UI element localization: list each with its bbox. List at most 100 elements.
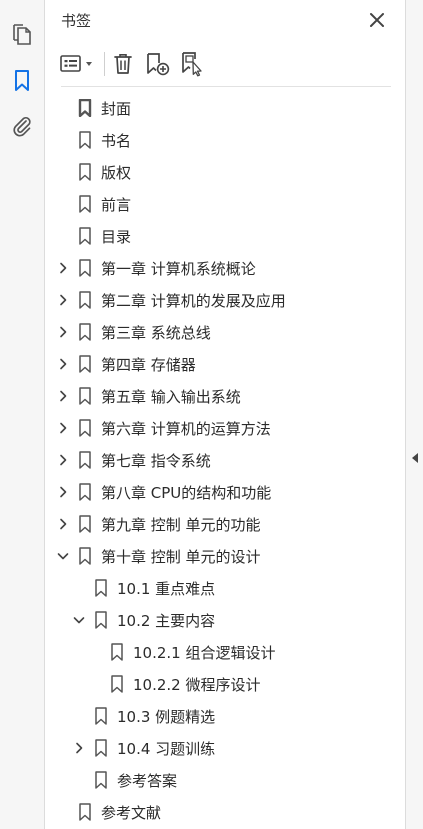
- bookmark-label: 前言: [101, 196, 132, 214]
- bookmark-item[interactable]: 第一章 计算机系统概论: [45, 252, 405, 284]
- chevron-right-icon[interactable]: [57, 518, 69, 530]
- bookmark-item[interactable]: 第三章 系统总线: [45, 316, 405, 348]
- bookmark-label: 第三章 系统总线: [101, 324, 211, 342]
- bookmark-item[interactable]: 第四章 存储器: [45, 348, 405, 380]
- bookmark-item-icon: [95, 771, 107, 789]
- bookmark-label: 10.1 重点难点: [117, 580, 216, 598]
- bookmark-label: 第五章 输入输出系统: [101, 388, 241, 406]
- bookmark-label: 书名: [101, 132, 132, 150]
- chevron-right-icon[interactable]: [57, 262, 69, 274]
- bookmark-label: 第一章 计算机系统概论: [101, 260, 256, 278]
- bookmark-item[interactable]: 10.1 重点难点: [45, 572, 405, 604]
- bookmark-label: 第四章 存储器: [101, 356, 196, 374]
- bookmark-label: 封面: [101, 100, 132, 118]
- bookmark-tree: 封面书名版权前言目录第一章 计算机系统概论第二章 计算机的发展及应用 第三章 系统…: [45, 92, 405, 828]
- bookmark-item[interactable]: 10.2.2 微程序设计: [45, 668, 405, 700]
- bookmark-item[interactable]: 10.2 主要内容: [45, 604, 405, 636]
- bookmark-item-icon: [79, 547, 91, 565]
- bookmark-label: 第十章 控制 单元的设计: [101, 548, 261, 566]
- bookmark-item-icon: [79, 323, 91, 341]
- bookmark-icon[interactable]: [7, 66, 37, 96]
- bookmark-item[interactable]: 前言: [45, 188, 405, 220]
- toolbar-separator: [61, 86, 391, 87]
- bookmark-item[interactable]: 第六章 计算机的运算方法: [45, 412, 405, 444]
- bookmark-label: 目录: [101, 228, 132, 246]
- bookmark-item[interactable]: 第五章 输入输出系统: [45, 380, 405, 412]
- bookmark-item-icon: [79, 259, 91, 277]
- panel-title: 书签: [61, 12, 92, 30]
- bookmark-item-icon: [79, 355, 91, 373]
- panel-header: 书签: [45, 0, 405, 42]
- bookmark-item[interactable]: 版权: [45, 156, 405, 188]
- bookmark-item-icon: [79, 803, 91, 821]
- chevron-right-icon[interactable]: [57, 358, 69, 370]
- bookmark-item[interactable]: 参考答案: [45, 764, 405, 796]
- navigation-rail: [0, 0, 45, 829]
- bookmark-item[interactable]: 第九章 控制 单元的功能: [45, 508, 405, 540]
- collapse-panel-icon[interactable]: [410, 452, 420, 464]
- chevron-right-icon[interactable]: [57, 326, 69, 338]
- bookmark-item-icon: [111, 675, 123, 693]
- bookmark-item-icon: [79, 515, 91, 533]
- chevron-down-icon[interactable]: [57, 550, 69, 562]
- bookmark-item-icon: [79, 163, 91, 181]
- close-icon[interactable]: [368, 11, 386, 29]
- chevron-right-icon[interactable]: [57, 390, 69, 402]
- bookmarks-toolbar: [45, 42, 405, 86]
- options-menu-icon: [60, 55, 92, 72]
- bookmark-from-structure-icon[interactable]: [179, 51, 205, 77]
- bookmark-label: 第九章 控制 单元的功能: [101, 516, 261, 534]
- bookmark-item-icon: [95, 739, 107, 757]
- bookmark-item-icon: [95, 579, 107, 597]
- chevron-right-icon[interactable]: [57, 454, 69, 466]
- bookmark-item-icon: [79, 131, 91, 149]
- bookmark-item-icon: [79, 483, 91, 501]
- bookmark-item[interactable]: 第十章 控制 单元的设计: [45, 540, 405, 572]
- chevron-right-icon[interactable]: [73, 742, 85, 754]
- bookmark-item[interactable]: 目录: [45, 220, 405, 252]
- chevron-right-icon[interactable]: [57, 422, 69, 434]
- bookmark-label: 第八章 CPU的结构和功能: [101, 484, 272, 502]
- bookmark-item-icon: [79, 195, 91, 213]
- bookmark-item[interactable]: 第八章 CPU的结构和功能: [45, 476, 405, 508]
- bookmark-item-icon: [78, 99, 92, 117]
- bookmark-label: 第六章 计算机的运算方法: [101, 420, 271, 438]
- bookmark-label: 参考答案: [117, 772, 178, 790]
- delete-icon[interactable]: [111, 51, 135, 77]
- bookmark-item-icon: [95, 611, 107, 629]
- chevron-right-icon[interactable]: [57, 294, 69, 306]
- toolbar-divider: [104, 52, 105, 76]
- new-bookmark-icon[interactable]: [145, 51, 171, 77]
- chevron-right-icon[interactable]: [57, 486, 69, 498]
- panel-splitter[interactable]: [405, 0, 423, 829]
- pages-icon[interactable]: [7, 20, 37, 50]
- bookmark-item[interactable]: 10.2.1 组合逻辑设计: [45, 636, 405, 668]
- bookmark-item-icon: [79, 451, 91, 469]
- bookmark-label: 参考文献: [101, 804, 162, 822]
- bookmark-item-icon: [79, 291, 91, 309]
- chevron-down-icon[interactable]: [73, 614, 85, 626]
- bookmark-label: 10.2.2 微程序设计: [133, 676, 261, 694]
- bookmark-item-icon: [79, 419, 91, 437]
- bookmark-item-icon: [79, 227, 91, 245]
- bookmark-label: 第七章 指令系统: [101, 452, 211, 470]
- bookmarks-panel: 书签 封面 书名 版权 前言 目录 第一章 计算机系统概论 第二章 计算机的发展…: [45, 0, 405, 829]
- bookmark-item-icon: [79, 387, 91, 405]
- bookmark-label: 版权: [101, 164, 132, 182]
- bookmark-item[interactable]: 书名: [45, 124, 405, 156]
- bookmark-label: 10.4 习题训练: [117, 740, 216, 758]
- bookmark-label: 10.2.1 组合逻辑设计: [133, 644, 276, 662]
- bookmark-item[interactable]: 10.4 习题训练: [45, 732, 405, 764]
- bookmark-item-icon: [111, 643, 123, 661]
- attachment-icon[interactable]: [7, 111, 37, 141]
- bookmark-item[interactable]: 参考文献: [45, 796, 405, 828]
- bookmark-item-icon: [95, 707, 107, 725]
- bookmark-label: 10.2 主要内容: [117, 612, 216, 630]
- bookmark-label: 第二章 计算机的发展及应用: [101, 292, 286, 310]
- bookmark-item[interactable]: 封面: [45, 92, 405, 124]
- bookmark-item[interactable]: 第七章 指令系统: [45, 444, 405, 476]
- bookmark-item[interactable]: 10.3 例题精选: [45, 700, 405, 732]
- bookmark-label: 10.3 例题精选: [117, 708, 216, 726]
- bookmark-item[interactable]: 第二章 计算机的发展及应用: [45, 284, 405, 316]
- options-menu-button[interactable]: [59, 51, 97, 77]
